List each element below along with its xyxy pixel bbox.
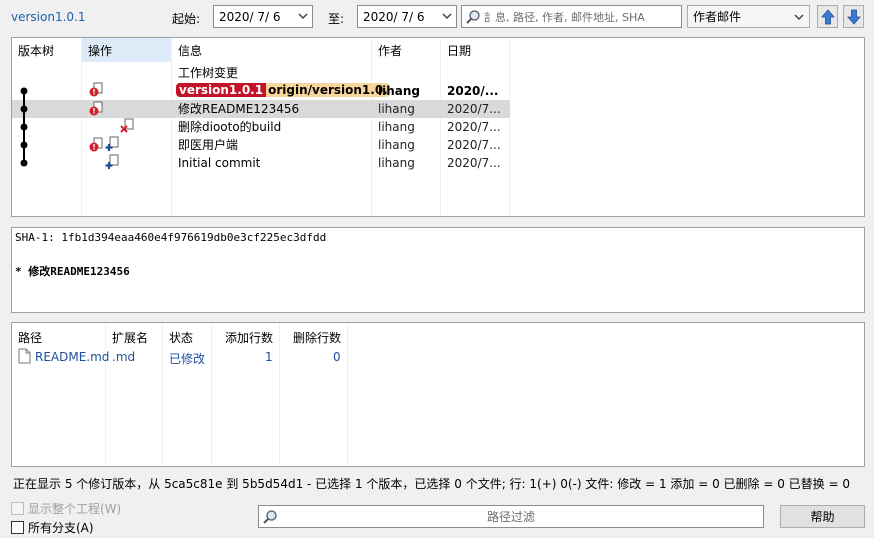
show-whole-project-checkbox[interactable]: 显示整个工程(W)	[11, 500, 121, 517]
path-filter-input[interactable]: 路径过滤	[258, 505, 764, 528]
chevron-down-icon[interactable]	[442, 12, 452, 20]
commit-message-pane[interactable]: SHA-1: 1fb1d394eaa460e4f976619db0e3cf225…	[11, 227, 865, 313]
chevron-down-icon	[794, 14, 804, 20]
column-header-label: 日期	[447, 43, 472, 58]
column-header-status[interactable]: 状态	[169, 329, 193, 346]
help-button[interactable]: 帮助	[780, 505, 865, 528]
all-branches-checkbox[interactable]: 所有分支(A)	[11, 519, 94, 536]
row-message: 即医用户端	[178, 138, 239, 152]
branch-label: version1.0.1	[11, 10, 86, 24]
to-date-value: 2020/ 7/ 6	[363, 9, 425, 24]
column-header-path[interactable]: 路径	[18, 329, 42, 346]
file-icon	[18, 348, 31, 364]
column-header-label: 信息	[178, 43, 203, 58]
from-date-value: 2020/ 7/ 6	[219, 9, 281, 24]
from-label: 起始:	[172, 12, 201, 26]
row-date: 2020/7...	[447, 120, 501, 134]
log-row[interactable]: version1.0.1 origin/version1.0. lihang 20…	[12, 82, 510, 100]
row-date: 2020/...	[447, 84, 499, 98]
arrow-down-icon	[846, 9, 861, 25]
column-header-label: 版本树	[18, 43, 55, 58]
log-row[interactable]: Initial commit lihang 2020/7...	[12, 154, 510, 172]
log-search-input[interactable]: 訁息, 路径, 作者, 邮件地址, SHA	[461, 5, 682, 28]
changed-files-list[interactable]: 路径 扩展名 状态 添加行数 删除行数 README.md .md 已修改 1 …	[11, 322, 865, 467]
column-header-label: 作者	[378, 43, 403, 58]
to-date-picker[interactable]: 2020/ 7/ 6	[357, 5, 457, 28]
row-message: 删除diooto的build	[178, 120, 282, 134]
scroll-down-button[interactable]	[843, 5, 864, 28]
all-branches-label: 所有分支(A)	[28, 521, 94, 535]
search-icon	[263, 510, 277, 524]
status-text: 正在显示 5 个修订版本，从 5ca5c81e 到 5b5d54d1 - 已选择…	[13, 477, 850, 491]
column-header-actions[interactable]: 操作	[82, 38, 112, 62]
log-row[interactable]: 删除diooto的build lihang 2020/7...	[12, 118, 510, 136]
search-icon	[466, 10, 480, 24]
help-button-label: 帮助	[810, 510, 835, 524]
row-author: lihang	[378, 102, 415, 116]
sha-line: SHA-1: 1fb1d394eaa460e4f976619db0e3cf225…	[15, 231, 327, 244]
column-header-label: 操作	[88, 43, 113, 58]
file-added-lines: 1	[265, 350, 273, 364]
local-branch-tag: version1.0.1	[176, 83, 267, 97]
show-whole-project-label: 显示整个工程(W)	[28, 502, 122, 516]
row-date: 2020/7...	[447, 156, 501, 170]
row-author: lihang	[378, 156, 415, 170]
column-header-graph[interactable]: 版本树	[12, 38, 54, 62]
file-deleted-lines: 0	[333, 350, 341, 364]
log-row-working-tree[interactable]: 工作树变更	[12, 64, 510, 97]
checkbox-box[interactable]	[11, 502, 24, 515]
revision-log-list[interactable]: 版本树 操作 信息 作者 日期 工作树变更 version1.0.1 origin…	[11, 37, 865, 217]
row-date: 2020/7...	[447, 138, 501, 152]
file-path[interactable]: README.md	[35, 350, 109, 364]
scroll-up-button[interactable]	[817, 5, 838, 28]
row-message: 工作树变更	[178, 66, 239, 80]
from-date-picker[interactable]: 2020/ 7/ 6	[213, 5, 313, 28]
column-header-message[interactable]: 信息	[172, 38, 202, 62]
column-header-added-lines[interactable]: 添加行数	[225, 329, 273, 346]
row-author: lihang	[378, 138, 415, 152]
log-row[interactable]: 即医用户端 lihang 2020/7...	[12, 136, 510, 154]
row-message: 修改README123456	[178, 102, 300, 116]
checkbox-box[interactable]	[11, 521, 24, 534]
row-author: lihang	[378, 120, 415, 134]
column-header-date[interactable]: 日期	[441, 38, 471, 62]
column-header-extension[interactable]: 扩展名	[112, 329, 148, 346]
remote-branch-tag: origin/version1.0.	[266, 83, 390, 97]
branch-tags: version1.0.1 origin/version1.0.	[176, 82, 390, 100]
to-label: 至:	[328, 12, 345, 26]
row-date: 2020/7...	[447, 102, 501, 116]
file-extension: .md	[112, 350, 136, 364]
path-filter-placeholder: 路径过滤	[486, 510, 535, 524]
filter-mode-value: 作者邮件	[693, 10, 742, 24]
commit-message: * 修改README123456	[15, 265, 130, 278]
row-author: lihang	[378, 84, 420, 98]
deleted-file-icon	[120, 118, 134, 133]
file-status: 已修改	[169, 352, 206, 366]
modified-file-icon	[89, 101, 103, 116]
added-file-icon	[105, 154, 119, 169]
modified-file-icon	[89, 137, 103, 152]
column-header-author[interactable]: 作者	[372, 38, 402, 62]
column-header-deleted-lines[interactable]: 删除行数	[293, 329, 341, 346]
added-file-icon	[105, 136, 119, 151]
chevron-down-icon[interactable]	[298, 12, 308, 20]
row-message: Initial commit	[178, 156, 261, 170]
search-placeholder: 訁息, 路径, 作者, 邮件地址, SHA	[484, 10, 645, 24]
arrow-up-icon	[820, 8, 835, 24]
filter-mode-select[interactable]: 作者邮件	[687, 5, 810, 28]
log-row-selected[interactable]: 修改README123456 lihang 2020/7...	[12, 100, 510, 118]
